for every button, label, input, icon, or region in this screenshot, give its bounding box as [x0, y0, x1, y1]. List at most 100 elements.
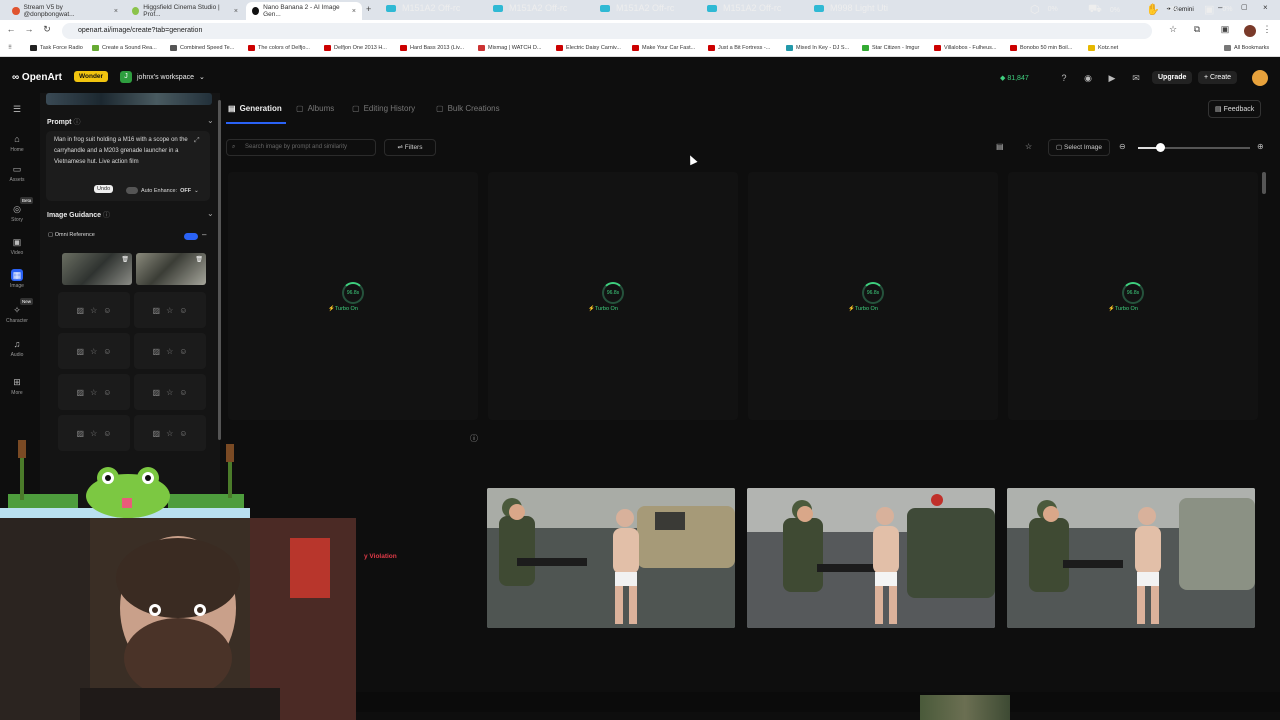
filters-button[interactable]: ⇌ Filters: [384, 139, 436, 156]
rail-menu-toggle[interactable]: ☰: [0, 103, 34, 117]
close-icon[interactable]: ×: [234, 8, 238, 15]
rail-item-video[interactable]: ▣ Video: [0, 236, 34, 256]
video-tutorial-icon[interactable]: ▶: [1106, 72, 1118, 84]
tab-favicon-icon: [132, 7, 140, 15]
reload-icon[interactable]: ↻: [40, 24, 54, 35]
openart-logo[interactable]: ∞ OpenArt: [12, 72, 62, 83]
bookmark-item[interactable]: Task Force Radio: [30, 45, 83, 51]
bookmark-item[interactable]: The colors of Delfjo...: [248, 45, 310, 51]
new-tab-icon[interactable]: +: [366, 4, 371, 14]
close-window-icon[interactable]: ×: [1263, 3, 1268, 12]
collapse-chevron-icon[interactable]: ⌄: [207, 209, 214, 218]
upgrade-button[interactable]: Upgrade: [1152, 71, 1193, 84]
all-bookmarks-item[interactable]: All Bookmarks: [1224, 45, 1269, 51]
bookmark-star-icon[interactable]: ☆: [1166, 24, 1180, 35]
workspace-selector[interactable]: J johnx's workspace ⌄: [120, 71, 205, 83]
panel-scrollbar[interactable]: [218, 100, 221, 440]
search-input[interactable]: ⌕ Search image by prompt and similarity: [226, 139, 376, 156]
rail-item-assets[interactable]: ▭ Assets: [0, 163, 34, 183]
generating-card[interactable]: 96.8s ⚡Turbo On: [488, 172, 738, 420]
user-avatar[interactable]: [1252, 70, 1268, 86]
model-preview-strip[interactable]: [46, 93, 212, 105]
reference-image[interactable]: 🗑: [62, 253, 132, 285]
tab-bulk-creations[interactable]: ▢ Bulk Creations: [436, 104, 500, 113]
forward-icon[interactable]: →: [22, 24, 36, 34]
layout-icon[interactable]: ▤: [996, 142, 1004, 151]
create-button[interactable]: + Create: [1198, 71, 1238, 84]
remove-icon[interactable]: –: [202, 230, 206, 239]
trash-icon[interactable]: 🗑: [121, 256, 129, 263]
bookmark-item[interactable]: Delfjon One 2013 H...: [324, 45, 387, 51]
bookmark-item[interactable]: Mixed In Key - DJ S...: [786, 45, 849, 51]
bookmark-item[interactable]: Electric Daisy Carniv...: [556, 45, 621, 51]
bookmark-item[interactable]: Mixmag | WATCH D...: [478, 45, 541, 51]
rail-item-character[interactable]: New ✧ Character: [0, 298, 34, 324]
url-input[interactable]: openart.ai/image/create?tab=generation: [62, 23, 1152, 39]
rail-item-more[interactable]: ⊞ More: [0, 376, 34, 396]
info-icon[interactable]: ⓘ: [470, 433, 478, 444]
auto-enhance-toggle[interactable]: Auto Enhance: OFF ⌄: [126, 187, 199, 194]
trash-icon[interactable]: 🗑: [195, 256, 203, 263]
apps-icon[interactable]: ⠿: [8, 45, 12, 51]
bookmark-item[interactable]: Combined Speed Te...: [170, 45, 234, 51]
rail-item-audio[interactable]: ♫ Audio: [0, 338, 34, 358]
collapse-chevron-icon[interactable]: ⌄: [207, 116, 214, 125]
generating-card[interactable]: 96.8s ⚡Turbo On: [228, 172, 478, 420]
maximize-icon[interactable]: ▢: [1241, 3, 1248, 11]
select-image-button[interactable]: ▢ Select Image: [1048, 139, 1110, 156]
rail-item-home[interactable]: ⌂ Home: [0, 133, 34, 153]
reference-slot[interactable]: ▨ ☆ ☺: [58, 333, 130, 369]
help-icon[interactable]: ?: [1058, 72, 1070, 84]
close-icon[interactable]: ×: [114, 8, 118, 15]
bookmark-item[interactable]: Kotz.net: [1088, 45, 1118, 51]
reference-slot[interactable]: ▨ ☆ ☺: [134, 292, 206, 328]
zoom-slider-handle[interactable]: [1156, 143, 1166, 152]
bookmark-item[interactable]: Bonobo 50 min Boil...: [1010, 45, 1072, 51]
bookmark-item[interactable]: Villalobos - Fulheus...: [934, 45, 996, 51]
video-icon: ▣: [12, 237, 22, 247]
reference-slot[interactable]: ▨ ☆ ☺: [134, 374, 206, 410]
omni-reference-toggle[interactable]: [184, 233, 198, 240]
generating-card[interactable]: 96.8s ⚡Turbo On: [748, 172, 998, 420]
close-icon[interactable]: ×: [352, 8, 356, 15]
bookmark-item[interactable]: Create a Sound Rea...: [92, 45, 157, 51]
generated-image[interactable]: [1007, 488, 1255, 628]
generated-image[interactable]: [487, 488, 735, 628]
reference-slot[interactable]: ▨ ☆ ☺: [58, 374, 130, 410]
generating-card[interactable]: 96.8s ⚡Turbo On: [1008, 172, 1258, 420]
rail-item-image[interactable]: ▦ Image: [0, 269, 34, 289]
bookmark-item[interactable]: Hard Bass 2013 (Liv...: [400, 45, 464, 51]
expand-icon[interactable]: ⤢: [194, 137, 200, 145]
reference-slot[interactable]: ▨ ☆ ☺: [134, 333, 206, 369]
star-icon: ☆: [90, 387, 98, 397]
reference-slot[interactable]: ▨ ☆ ☺: [58, 292, 130, 328]
browser-tab[interactable]: Stream V5 by @donpbongwat... ×: [6, 2, 124, 20]
back-icon[interactable]: ←: [4, 24, 18, 34]
tab-editing-history[interactable]: ▢ Editing History: [352, 104, 415, 113]
extensions-icon[interactable]: ⧉: [1190, 24, 1204, 35]
bookmark-item[interactable]: Just a Bit Fortress -...: [708, 45, 770, 51]
tab-albums[interactable]: ▢ Albums: [296, 104, 334, 113]
gift-icon[interactable]: ✉: [1130, 72, 1142, 84]
sidepanel-icon[interactable]: ▣: [1218, 24, 1232, 35]
profile-avatar[interactable]: [1244, 25, 1256, 37]
generated-image[interactable]: [747, 488, 995, 628]
browser-tab-active[interactable]: Nano Banana 2 - AI Image Gen... ×: [246, 2, 362, 20]
menu-icon[interactable]: ⋮: [1260, 24, 1274, 35]
feedback-button[interactable]: ▤ Feedback: [1208, 100, 1262, 118]
reference-image[interactable]: 🗑: [136, 253, 206, 285]
browser-tab[interactable]: Higgsfield Cinema Studio | Prof... ×: [126, 2, 244, 20]
undo-button[interactable]: Undo: [94, 185, 114, 193]
favorite-star-icon[interactable]: ☆: [1025, 142, 1032, 151]
bookmark-item[interactable]: Star Citizen - Imgur: [862, 45, 919, 51]
tab-title: Higgsfield Cinema Studio | Prof...: [143, 4, 220, 18]
tab-generation[interactable]: ▤ Generation: [228, 104, 282, 113]
zoom-out-icon[interactable]: ⊖: [1119, 142, 1126, 151]
discord-icon[interactable]: ◉: [1082, 72, 1094, 84]
toggle-switch[interactable]: [126, 187, 138, 194]
zoom-in-icon[interactable]: ⊕: [1257, 142, 1264, 151]
rail-item-story[interactable]: Beta ◎ Story: [0, 197, 34, 223]
credits-balance[interactable]: ◆ 81,847: [1000, 74, 1029, 82]
bookmark-item[interactable]: Make Your Car Fast...: [632, 45, 695, 51]
grid-scrollbar[interactable]: [1262, 172, 1266, 194]
